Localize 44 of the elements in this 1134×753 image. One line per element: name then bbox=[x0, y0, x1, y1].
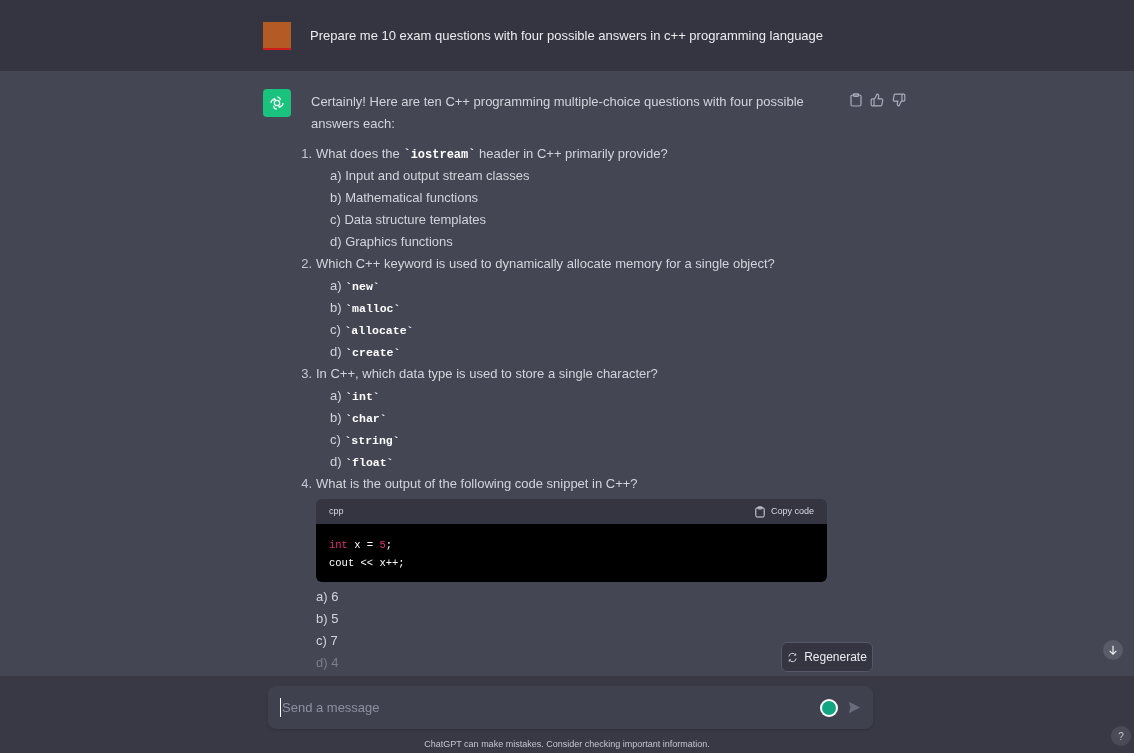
thumbs-down-icon[interactable] bbox=[892, 93, 906, 107]
question-text: What does the `iostream` header in C++ primarily provide? bbox=[316, 145, 668, 164]
copy-code-button[interactable]: Copy code bbox=[754, 504, 814, 519]
assistant-logo-icon bbox=[263, 89, 291, 117]
disclaimer-text: ChatGPT can make mistakes. Consider checking important information. bbox=[423, 738, 711, 751]
user-message: Prepare me 10 exam questions with four possible answers in c++ programming language bbox=[310, 26, 824, 45]
answer-option: b) `malloc` bbox=[330, 297, 401, 319]
list-number: 1. bbox=[300, 145, 313, 163]
regenerate-button[interactable]: Regenerate bbox=[781, 642, 873, 672]
code-line: int x = 5; bbox=[329, 538, 393, 553]
message-field[interactable]: Send a message bbox=[280, 697, 820, 718]
list-number: 3. bbox=[300, 365, 313, 383]
user-avatar bbox=[263, 21, 291, 50]
list-number: 4. bbox=[300, 475, 313, 493]
message-composer[interactable]: Send a message bbox=[268, 686, 873, 729]
grammarly-icon[interactable] bbox=[820, 698, 838, 717]
answer-option: d) `float` bbox=[330, 451, 394, 473]
answer-option: b) 5 bbox=[316, 608, 339, 630]
answer-option: d) `create` bbox=[330, 341, 401, 363]
question-text: Which C++ keyword is used to dynamically allocate memory for a single object? bbox=[316, 255, 775, 273]
copy-icon[interactable] bbox=[850, 93, 862, 107]
list-number: 2. bbox=[300, 255, 313, 273]
answer-option: c) 7 bbox=[316, 630, 338, 652]
answer-option: a) 6 bbox=[316, 586, 339, 608]
help-button[interactable]: ? bbox=[1111, 726, 1131, 746]
answer-option: a) `int` bbox=[330, 385, 380, 407]
refresh-icon bbox=[787, 651, 799, 663]
clipboard-icon bbox=[754, 505, 765, 518]
thumbs-up-icon[interactable] bbox=[870, 93, 884, 107]
answer-option: b) `char` bbox=[330, 407, 387, 429]
scroll-down-icon[interactable] bbox=[1103, 640, 1123, 660]
answer-option: c) Data structure templates bbox=[330, 209, 487, 231]
answer-option: a) `new` bbox=[330, 275, 380, 297]
answer-option: d) 4 bbox=[316, 652, 339, 674]
assistant-intro: Certainly! Here are ten C++ programming multiple-choice questions with four possible answers each: bbox=[311, 93, 805, 133]
answer-option: c) `string` bbox=[330, 429, 400, 451]
answer-option: a) Input and output stream classes bbox=[330, 165, 530, 187]
question-text: In C++, which data type is used to store a single character? bbox=[316, 365, 658, 383]
code-language-label: cpp bbox=[329, 504, 344, 518]
question-text: What is the output of the following code snippet in C++? bbox=[316, 475, 638, 493]
code-line: cout << x++; bbox=[329, 556, 405, 571]
answer-option: b) Mathematical functions bbox=[330, 187, 479, 209]
answer-option: d) Graphics functions bbox=[330, 231, 453, 253]
answer-option: c) `allocate` bbox=[330, 319, 414, 341]
